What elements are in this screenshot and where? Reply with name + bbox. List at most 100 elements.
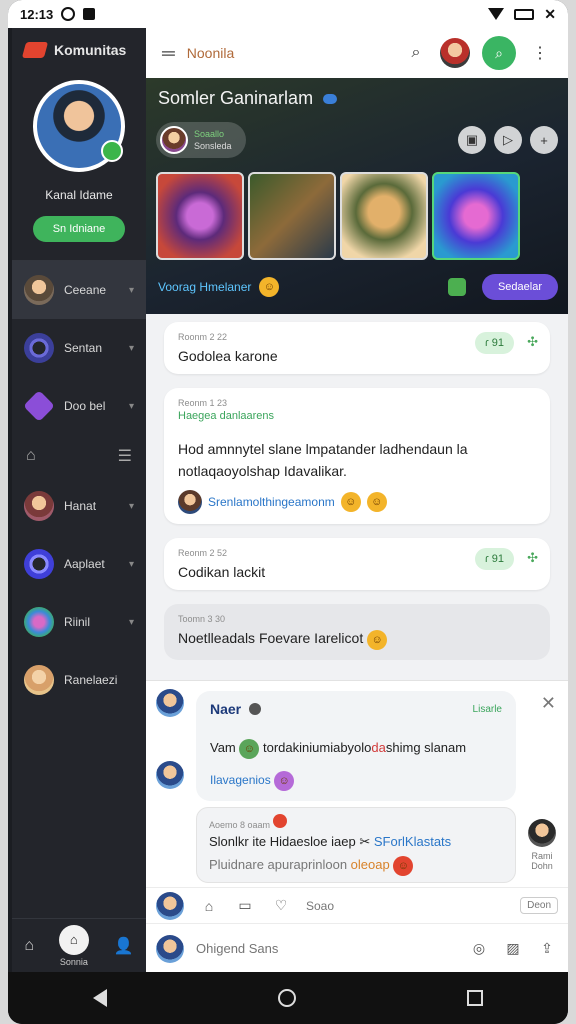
status-time: 12:13 [20, 6, 54, 22]
more-options-icon[interactable]: ✣ [527, 550, 538, 566]
phone-frame: 12:13 ✕ Komunitas Kanal Idame Sn Idniane… [8, 0, 568, 1024]
emoji-icon: ☺ [259, 277, 280, 297]
sidebar-item[interactable]: Doo bel ▾ [12, 377, 146, 435]
thumbnail-image[interactable] [248, 172, 336, 260]
save-label[interactable]: Soao [306, 899, 334, 913]
chevron-down-icon[interactable]: ▾ [129, 401, 134, 412]
chevron-down-icon[interactable]: ▾ [129, 285, 134, 296]
sidebar-item[interactable]: Hanat ▾ [12, 477, 146, 535]
sticker-icon[interactable]: ▨ [502, 938, 524, 960]
more-vert-icon[interactable]: ⋮ [528, 41, 552, 65]
chevron-down-icon[interactable]: ▾ [129, 559, 134, 570]
commenter-avatar[interactable] [156, 689, 184, 717]
search-action-button[interactable]: ⌕ [482, 36, 516, 70]
hero-tag[interactable]: Voorag Hmelaner [158, 280, 251, 294]
share-icon[interactable]: ▣ [458, 126, 486, 154]
online-badge-icon [101, 140, 123, 162]
channel-avatar [24, 607, 54, 637]
hero-action-button[interactable]: Sedaelar [481, 274, 558, 300]
feed-card[interactable]: Toomn 3 30 Noetlleadals Foevare Iarelico… [164, 604, 550, 660]
reply-count-chip[interactable]: ɾ 91 [475, 332, 514, 354]
sidebar-item[interactable]: Sentan ▾ [12, 319, 146, 377]
wifi-icon [488, 8, 505, 20]
thumbnail-image-selected[interactable] [432, 172, 520, 260]
notification-icon [61, 7, 76, 21]
list-icon[interactable]: ☰ [118, 446, 132, 466]
heart-icon[interactable]: ♡ [270, 895, 292, 917]
profile-avatar[interactable] [33, 80, 125, 172]
community-icon: ⌂ [58, 924, 89, 955]
camera-icon[interactable]: ◎ [468, 938, 490, 960]
home-circle-icon[interactable] [277, 989, 296, 1007]
hero-user-subtitle: Sonsleda [194, 141, 232, 151]
recents-icon[interactable] [466, 990, 483, 1006]
commenter-avatar[interactable] [156, 761, 184, 789]
card-author-row[interactable]: Srenlamolthingeamonm ☺ ☺ [178, 490, 536, 514]
quote-line-1-link[interactable]: SForlKlastats [374, 834, 451, 849]
emoji-icon: ☺ [366, 492, 387, 512]
reply-count-chip[interactable]: ɾ 91 [475, 548, 514, 570]
search-icon[interactable]: ⌕ [404, 41, 428, 65]
card-text-content: Noetlleadals Foevare Iarelicot [178, 630, 364, 646]
home-icon[interactable]: ⌂ [198, 895, 220, 917]
hero-thumbnails [156, 172, 520, 260]
quote-line-2: Pluidnare apuraprinloon oleoap ☺ [209, 856, 503, 876]
hero-user-chip[interactable]: Soaallo Sonsleda [156, 122, 246, 158]
quote-line-2-highlight: oleoap [350, 857, 390, 872]
back-icon[interactable] [93, 989, 108, 1007]
quote-meta: Aoemo 8 oaam [209, 814, 503, 830]
side-user[interactable]: Rami Dohn [522, 819, 562, 871]
home-icon[interactable]: ⌂ [24, 937, 34, 955]
emoji-icon: ☺ [239, 739, 260, 759]
feed-card[interactable]: Reonm 2 52 Codikan lackit ɾ 91 ✣ [164, 538, 550, 590]
message-input[interactable] [196, 941, 456, 956]
leaf-icon [447, 278, 466, 296]
profile-icon[interactable]: 👤 [114, 936, 134, 956]
brand[interactable]: Komunitas [12, 28, 146, 72]
toggle-icon[interactable] [323, 93, 338, 104]
thread-body-mid: tordakiniumiabyolo [263, 740, 372, 755]
sidebar-nav: Ceeane ▾ Sentan ▾ Doo bel ▾ ⌂ ☰ Hanat ▾ [12, 260, 146, 709]
play-icon[interactable]: ▷ [494, 126, 522, 154]
emoji-icon [272, 814, 287, 828]
user-avatar[interactable] [440, 38, 470, 68]
hero-user-avatar [160, 126, 188, 154]
quoted-message[interactable]: Aoemo 8 oaam Slonlkr ite Hidaesloe iaep … [196, 807, 516, 883]
sidebar-bottom-bar: ⌂ ⌂ Sonnia 👤 [12, 918, 146, 972]
pin-icon: ✂ [359, 834, 371, 849]
community-tab[interactable]: ⌂ Sonnia [58, 924, 89, 967]
author-avatar [178, 490, 202, 514]
menu-icon[interactable]: ═ [162, 43, 175, 64]
bookmark-icon[interactable]: ▭ [234, 895, 256, 917]
home-small-icon[interactable]: ⌂ [26, 447, 36, 465]
quote-line-2-text: Pluidnare apuraprinloon [209, 857, 348, 872]
chevron-down-icon[interactable]: ▾ [129, 343, 134, 354]
chevron-down-icon[interactable]: ▾ [129, 617, 134, 628]
profile-button[interactable]: Sn Idniane [33, 216, 125, 242]
thumbnail-image[interactable] [156, 172, 244, 260]
feed-card[interactable]: Reonm 1 23 Haegea danlaarens Hod amnnyte… [164, 388, 550, 524]
hero-banner: Somler Ganinarlam Soaallo Sonsleda ▣ ▷ + [146, 78, 568, 314]
my-avatar[interactable] [156, 891, 184, 920]
sidebar-item[interactable]: Riinil ▾ [12, 593, 146, 651]
send-icon[interactable]: ⇪ [536, 938, 558, 960]
close-icon[interactable]: ✕ [541, 693, 556, 714]
chevron-down-icon[interactable]: ▾ [129, 501, 134, 512]
more-options-icon[interactable]: ✣ [527, 334, 538, 350]
card-topic[interactable]: Haegea danlaarens [178, 410, 536, 422]
thumbnail-image[interactable] [340, 172, 428, 260]
thread-highlight: da [371, 740, 386, 755]
sidebar-item-label: Ranelaezi [64, 673, 118, 687]
sidebar-item[interactable]: Ceeane ▾ [12, 261, 146, 319]
sidebar-item-label: Aaplaet [64, 557, 105, 571]
quote-line-1-text: Slonlkr ite Hidaesloe iaep [209, 834, 356, 849]
thread-author[interactable]: Naer [210, 701, 241, 717]
done-button[interactable]: Deon [520, 897, 558, 914]
add-icon[interactable]: + [530, 126, 558, 154]
thread-tag[interactable]: Lisarle [473, 704, 502, 715]
feed-card[interactable]: Roonm 2 22 Godolea karone ɾ 91 ✣ [164, 322, 550, 374]
thread-link[interactable]: Ilavagenios ☺ [210, 771, 502, 791]
system-nav-bar [8, 972, 568, 1024]
sidebar-item[interactable]: Aaplaet ▾ [12, 535, 146, 593]
sidebar-item[interactable]: Ranelaezi [12, 651, 146, 709]
